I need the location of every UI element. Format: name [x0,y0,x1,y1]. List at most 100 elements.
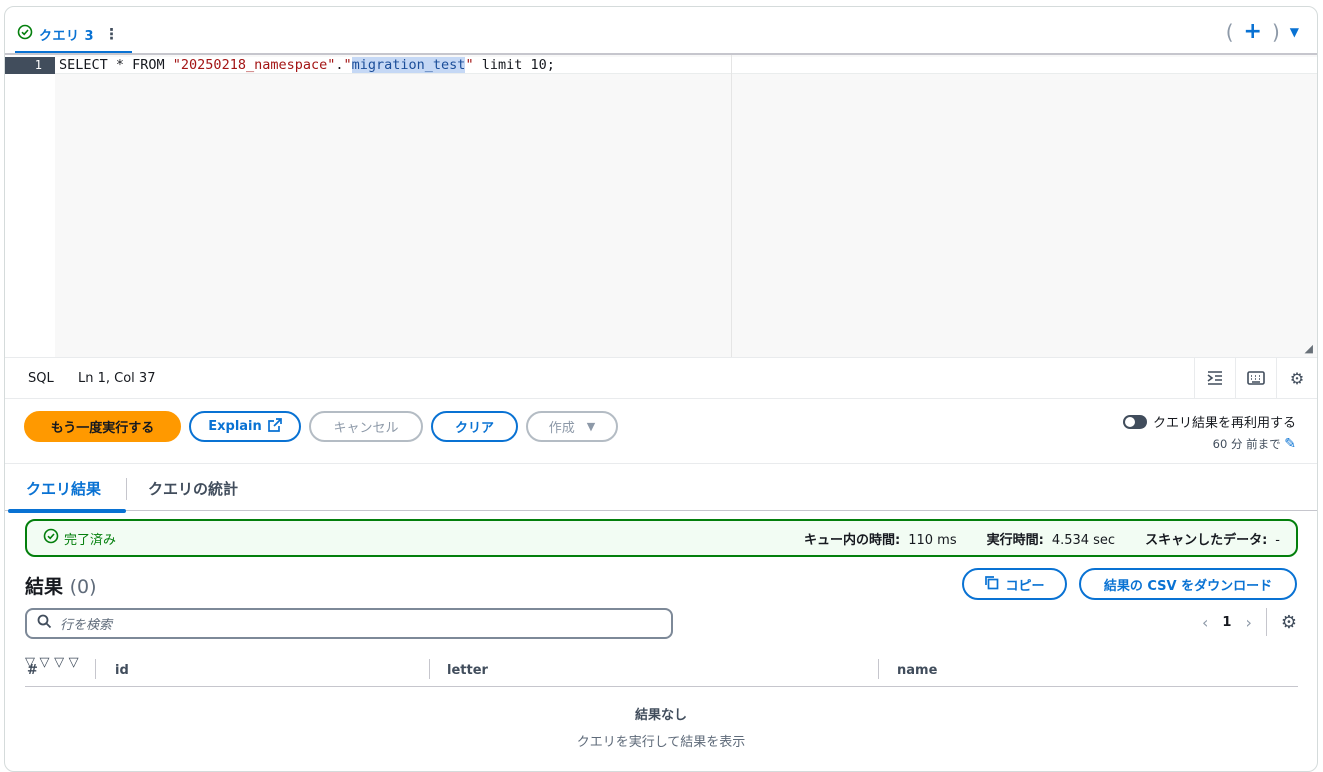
result-tabs: クエリ結果 クエリの統計 [5,463,1317,513]
search-placeholder: 行を検索 [60,618,113,633]
keyboard-icon[interactable] [1235,358,1276,398]
exec-time-value: 4.534 sec [1051,532,1116,548]
query-tab-bar: クエリ 3 ⋮ ( + ) ▼ [5,7,1317,55]
code-schema: "20250218_namespace" [172,57,336,73]
prev-page-icon[interactable]: ‹ [1202,613,1208,632]
queue-time-label: キュー内の時間: [804,532,901,548]
queue-time: キュー内の時間: 110 ms [804,529,957,548]
pagination: ‹ 1 › ⚙ [1202,608,1297,636]
clear-button[interactable]: クリア [431,411,518,442]
copy-icon [984,575,999,594]
tab-query-results[interactable]: クエリ結果 [26,478,101,499]
sort-icon[interactable]: ▽ [54,655,64,670]
query-tab-label: クエリ 3 [39,28,95,44]
editor-gutter [5,55,55,357]
tab-divider [126,478,127,500]
editor-status-bar: SQL Ln 1, Col 37 ⚙ [5,357,1317,399]
empty-state: 結果なし クエリを実行して結果を表示 [5,704,1317,750]
results-count: (0) [69,576,97,598]
sql-editor[interactable]: 1 SELECT * FROM "20250218_namespace"."mi… [5,55,1317,357]
exec-time-label: 実行時間: [986,532,1044,548]
column-header-letter[interactable]: letter [447,659,488,681]
cursor-position: Ln 1, Col 37 [78,371,156,386]
empty-title: 結果なし [634,708,687,723]
results-title-text: 結果 [25,576,64,598]
exec-time: 実行時間: 4.534 sec [987,529,1115,548]
code-quote-open: " [343,57,352,73]
tab-group-open: ( [1225,19,1234,44]
column-label: id [115,662,129,678]
rerun-button[interactable]: もう一度実行する [24,411,181,442]
check-circle-icon [43,528,59,548]
column-label: letter [447,662,488,678]
explain-label: Explain [208,419,262,434]
column-label: name [897,662,938,678]
create-label: 作成 [548,421,575,436]
print-margin [731,55,732,357]
format-icon[interactable] [1194,358,1235,398]
tab-query-stats[interactable]: クエリの統計 [148,478,238,499]
language-label: SQL [28,371,54,386]
pager-divider [1265,608,1267,636]
current-page[interactable]: 1 [1222,615,1231,630]
tab-group-close: ) [1271,19,1280,44]
tab-dropdown-icon[interactable]: ▼ [1290,25,1299,39]
empty-hint: クエリを実行して結果を表示 [576,735,746,750]
column-header-index[interactable]: # [27,659,38,681]
sort-icon[interactable]: ▽ [69,655,79,670]
external-link-icon [267,417,282,436]
column-header-id[interactable]: id [115,659,129,681]
settings-gear-icon[interactable]: ⚙ [1276,358,1317,398]
column-header-name[interactable]: name [897,659,937,681]
queue-time-value: 110 ms [908,532,957,548]
status-banner: 完了済み キュー内の時間: 110 ms 実行時間: 4.534 sec スキャンし… [25,519,1298,557]
active-tab-indicator [8,509,126,513]
sql-code[interactable]: SELECT * FROM "20250218_namespace"."migr… [59,57,555,74]
check-circle-icon [17,24,33,44]
code-keywords: SELECT * FROM [59,57,173,73]
copy-label: コピー [1005,578,1045,594]
line-number: 1 [5,57,55,74]
cancel-button[interactable]: キャンセル [309,411,423,442]
resize-handle-icon[interactable]: ◢ [1305,342,1313,355]
code-quote-close: " [465,57,474,73]
column-divider[interactable] [878,659,879,679]
tab-actions: ( + ) ▼ [1226,19,1299,44]
code-table-selected: migration_test [351,57,466,73]
scanned-data-label: スキャンしたデータ: [1145,532,1268,548]
edit-pencil-icon[interactable]: ✎ [1284,436,1296,452]
reuse-results: クエリ結果を再利用する 60 分 前まで ✎ [1122,412,1296,452]
download-csv-button[interactable]: 結果の CSV をダウンロード [1079,568,1297,600]
reuse-duration: 60 分 前まで [1212,437,1281,451]
status-ok: 完了済み [43,528,116,548]
create-dropdown[interactable]: 作成 ▼ [526,411,618,442]
table-settings-gear-icon[interactable]: ⚙ [1281,612,1297,633]
query-tab[interactable]: クエリ 3 ⋮ [15,17,132,53]
add-tab-button[interactable]: + [1244,19,1262,44]
reuse-toggle[interactable] [1122,414,1147,429]
results-table-header: # ▽ id ▽ letter ▽ name ▽ [25,655,1298,687]
column-divider[interactable] [95,659,96,679]
tab-menu-icon[interactable]: ⋮ [104,25,119,43]
column-divider[interactable] [429,659,430,679]
scanned-data-value: - [1275,532,1280,548]
code-rest: limit 10; [473,57,555,73]
column-label: # [27,662,38,678]
reuse-label: クエリ結果を再利用する [1152,416,1296,431]
scanned-data: スキャンしたデータ: - [1145,529,1280,548]
query-editor-panel: クエリ 3 ⋮ ( + ) ▼ 1 SELECT * FROM "2025021… [4,6,1318,772]
status-text: 完了済み [64,532,117,548]
results-title: 結果 (0) [25,572,97,599]
caret-down-icon: ▼ [586,420,596,433]
code-dot: . [335,57,344,73]
next-page-icon[interactable]: › [1245,613,1251,632]
explain-button[interactable]: Explain [189,411,301,442]
query-stats: キュー内の時間: 110 ms 実行時間: 4.534 sec スキャンしたデータ:… [804,529,1296,548]
sort-icon[interactable]: ▽ [40,655,50,670]
search-icon [37,614,52,633]
editor-tools: ⚙ [1194,358,1317,398]
copy-button[interactable]: コピー [962,568,1067,600]
row-search-input[interactable]: 行を検索 [25,608,673,639]
query-actions: もう一度実行する Explain キャンセル クリア 作成 ▼ [24,411,618,442]
results-buttons: コピー 結果の CSV をダウンロード [962,568,1297,600]
